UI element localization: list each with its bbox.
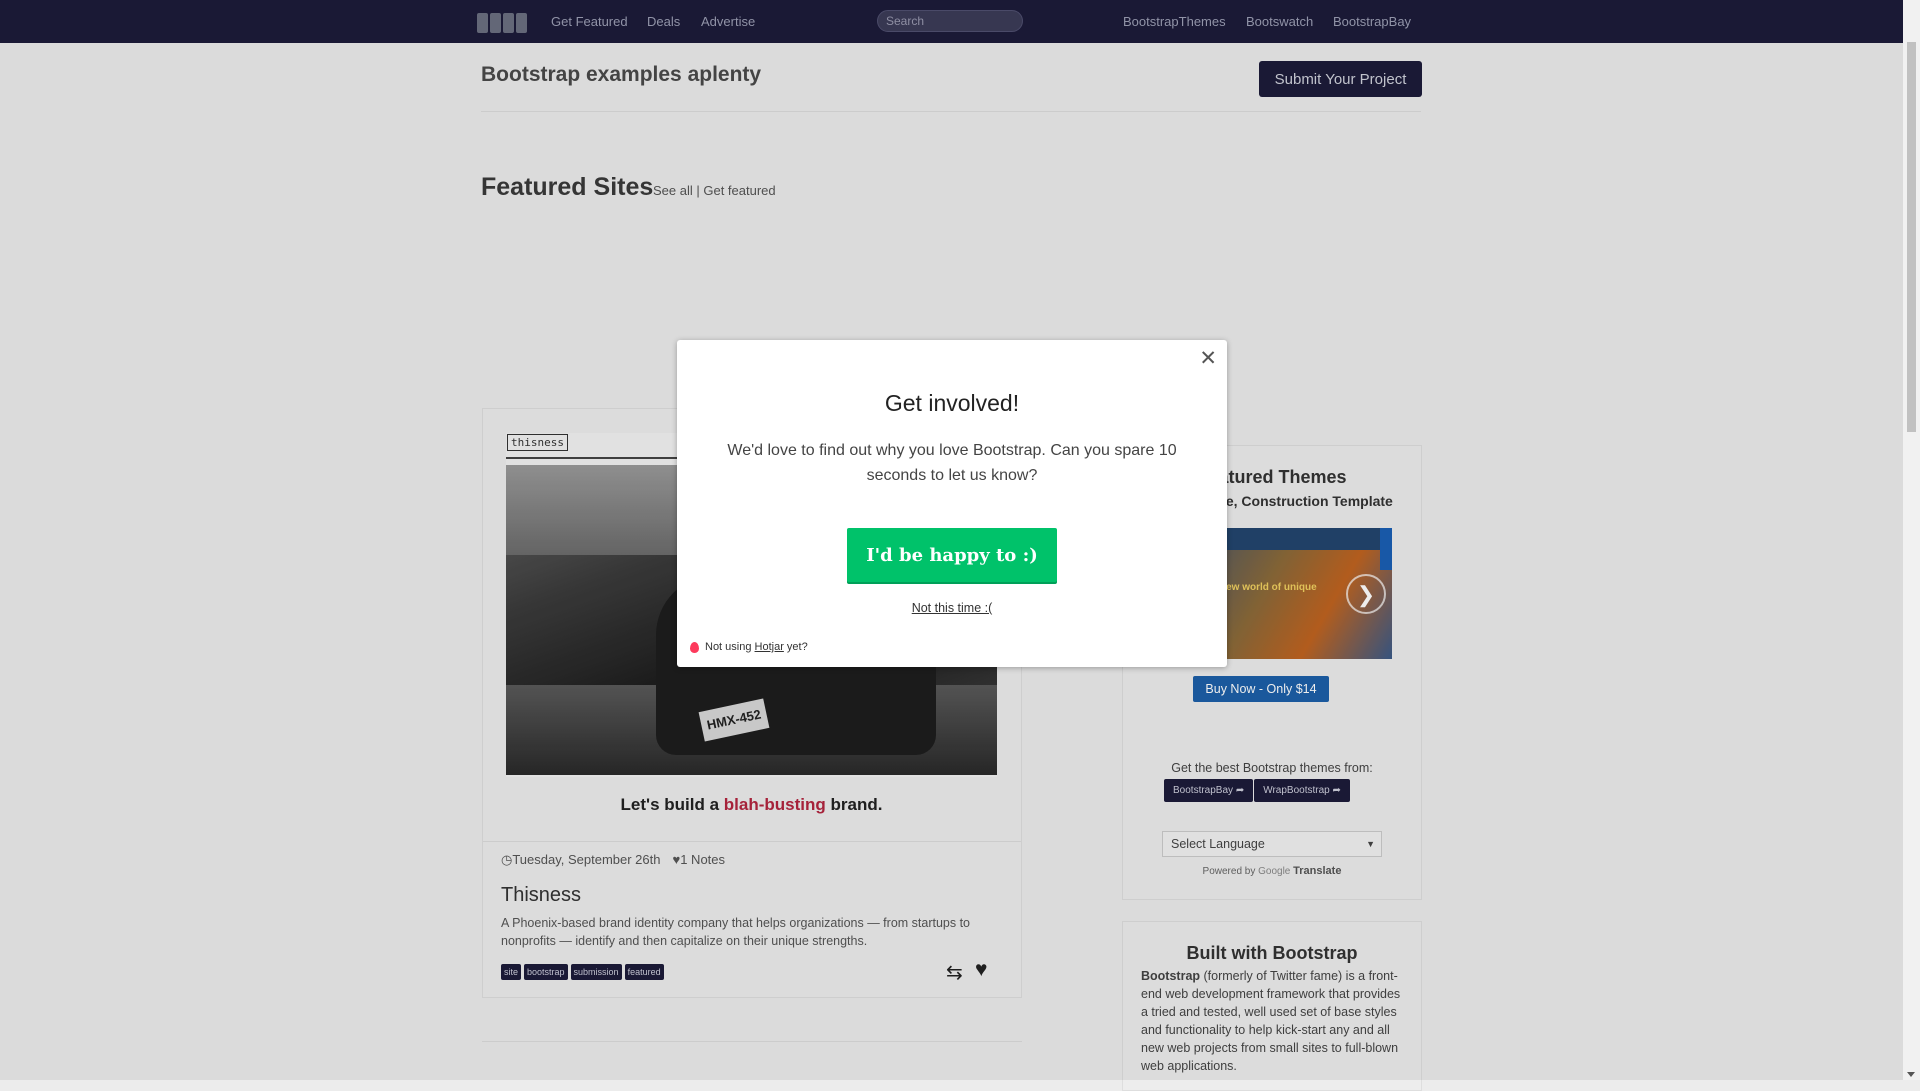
- hotjar-link[interactable]: Hotjar: [755, 641, 784, 653]
- modal-text: We'd love to find out why you love Boots…: [727, 442, 1177, 484]
- scroll-down-arrow-icon[interactable]: [1907, 1072, 1915, 1077]
- happy-to-button[interactable]: I'd be happy to :): [847, 528, 1057, 582]
- scrollbar-thumb[interactable]: [1907, 42, 1916, 432]
- page-scrollbar[interactable]: [1903, 0, 1920, 1080]
- hotjar-survey-modal: ✕ Get involved! We'd love to find out wh…: [677, 340, 1227, 667]
- hotjar-footer-pre: Not using: [705, 641, 755, 653]
- hotjar-footer-post: yet?: [783, 641, 808, 653]
- close-icon[interactable]: ✕: [1199, 346, 1217, 371]
- hotjar-footer: Not using Hotjar yet?: [690, 641, 808, 653]
- hotjar-flame-icon: [690, 641, 699, 653]
- not-this-time-link[interactable]: Not this time :(: [677, 601, 1227, 615]
- hotjar-footer-text: Not using Hotjar yet?: [705, 641, 808, 653]
- modal-title: Get involved!: [884, 390, 1020, 416]
